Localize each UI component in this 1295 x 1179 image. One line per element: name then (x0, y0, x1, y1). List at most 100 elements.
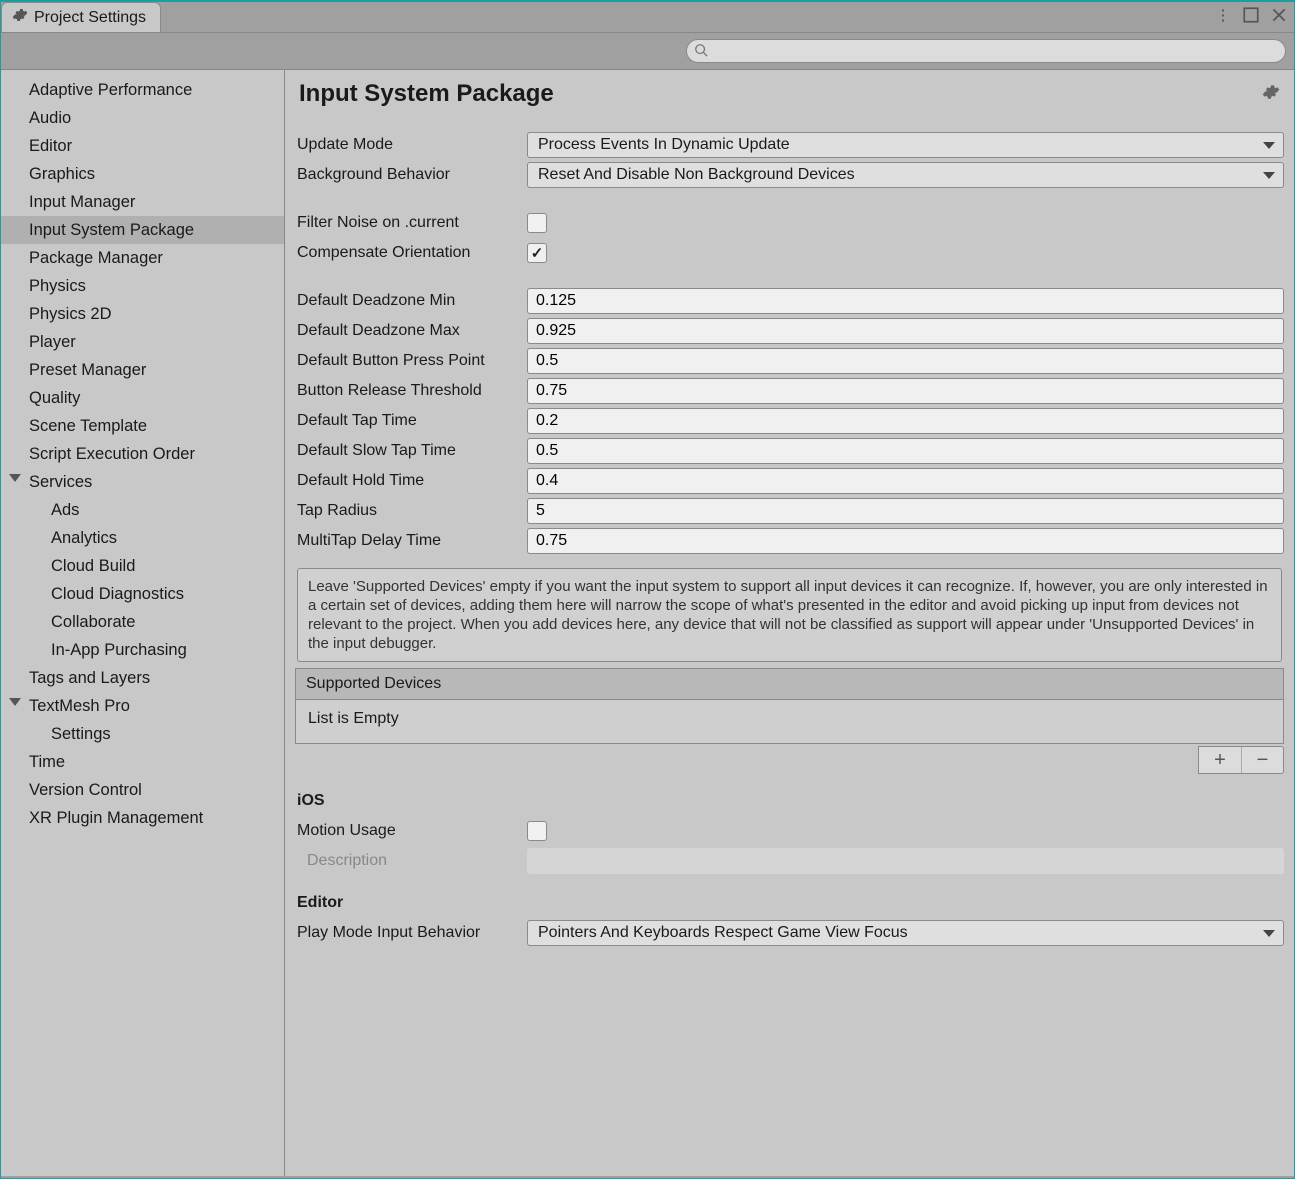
supported-devices-help: Leave 'Supported Devices' empty if you w… (297, 568, 1282, 662)
sidebar-item-label: Settings (51, 725, 111, 743)
sidebar-item-label: TextMesh Pro (29, 697, 130, 715)
motion-description-input[interactable] (527, 848, 1284, 874)
filter-noise-label: Filter Noise on .current (295, 214, 527, 232)
tab-label: Project Settings (34, 9, 146, 27)
button-press-point-input[interactable] (527, 348, 1284, 374)
sidebar-item[interactable]: Audio (1, 104, 284, 132)
update-mode-value: Process Events In Dynamic Update (538, 136, 790, 154)
sidebar-item[interactable]: Time (1, 748, 284, 776)
sidebar-item-label: Package Manager (29, 249, 163, 267)
sidebar-item-label: Tags and Layers (29, 669, 150, 687)
sidebar-item-label: Scene Template (29, 417, 147, 435)
sidebar-item[interactable]: Physics (1, 272, 284, 300)
sidebar-item[interactable]: TextMesh Pro (1, 692, 284, 720)
page-title: Input System Package (299, 80, 554, 108)
sidebar-item[interactable]: Version Control (1, 776, 284, 804)
sidebar-item[interactable]: Graphics (1, 160, 284, 188)
sidebar-item-label: Quality (29, 389, 80, 407)
editor-section-header: Editor (295, 876, 1284, 918)
gear-icon (12, 7, 28, 28)
sidebar-item[interactable]: Settings (1, 720, 284, 748)
compensate-orientation-checkbox[interactable] (527, 243, 547, 263)
sidebar-item[interactable]: Services (1, 468, 284, 496)
sidebar-item[interactable]: Analytics (1, 524, 284, 552)
hold-time-input[interactable] (527, 468, 1284, 494)
sidebar-item-label: Analytics (51, 529, 117, 547)
supported-devices-list: List is Empty (295, 700, 1284, 744)
ios-section-header: iOS (295, 774, 1284, 816)
search-input[interactable] (686, 39, 1286, 63)
sidebar-item[interactable]: Input Manager (1, 188, 284, 216)
slow-tap-time-label: Default Slow Tap Time (295, 442, 527, 460)
sidebar-item-label: Version Control (29, 781, 142, 799)
tap-radius-input[interactable] (527, 498, 1284, 524)
project-settings-window: Project Settings ⋮ Adaptive Performance A… (0, 0, 1295, 1179)
sidebar-item[interactable]: Input System Package (1, 216, 284, 244)
kebab-icon[interactable]: ⋮ (1214, 6, 1232, 24)
filter-noise-checkbox[interactable] (527, 213, 547, 233)
sidebar-item[interactable]: Player (1, 328, 284, 356)
titlebar-controls: ⋮ (1214, 6, 1288, 24)
sidebar-item[interactable]: Tags and Layers (1, 664, 284, 692)
supported-devices-header: Supported Devices (295, 668, 1284, 700)
chevron-down-icon (1263, 172, 1275, 179)
play-mode-behavior-dropdown[interactable]: Pointers And Keyboards Respect Game View… (527, 920, 1284, 946)
deadzone-min-label: Default Deadzone Min (295, 292, 527, 310)
remove-device-button[interactable]: − (1241, 747, 1283, 773)
sidebar-item[interactable]: Ads (1, 496, 284, 524)
sidebar-item-label: Graphics (29, 165, 95, 183)
sidebar-item[interactable]: Collaborate (1, 608, 284, 636)
button-release-threshold-input[interactable] (527, 378, 1284, 404)
expand-triangle-icon (9, 474, 21, 482)
sidebar-item[interactable]: XR Plugin Management (1, 804, 284, 832)
sidebar-item-label: Adaptive Performance (29, 81, 192, 99)
background-behavior-value: Reset And Disable Non Background Devices (538, 166, 855, 184)
update-mode-label: Update Mode (295, 136, 527, 154)
sidebar-item-label: Player (29, 333, 76, 351)
multitap-delay-input[interactable] (527, 528, 1284, 554)
sidebar-item[interactable]: Editor (1, 132, 284, 160)
sidebar-item[interactable]: Adaptive Performance (1, 76, 284, 104)
sidebar-item-label: Physics 2D (29, 305, 112, 323)
sidebar-item-label: Audio (29, 109, 71, 127)
motion-usage-label: Motion Usage (295, 822, 527, 840)
play-mode-behavior-label: Play Mode Input Behavior (295, 924, 527, 942)
sidebar-item[interactable]: Physics 2D (1, 300, 284, 328)
sidebar-item-label: XR Plugin Management (29, 809, 203, 827)
play-mode-behavior-value: Pointers And Keyboards Respect Game View… (538, 924, 908, 942)
deadzone-min-input[interactable] (527, 288, 1284, 314)
sidebar-item[interactable]: Cloud Diagnostics (1, 580, 284, 608)
background-behavior-dropdown[interactable]: Reset And Disable Non Background Devices (527, 162, 1284, 188)
tab-bar: Project Settings ⋮ (1, 2, 1294, 32)
sidebar-item[interactable]: Quality (1, 384, 284, 412)
sidebar-item[interactable]: Cloud Build (1, 552, 284, 580)
settings-main: Input System Package Update Mode Process… (285, 70, 1294, 1176)
compensate-orientation-label: Compensate Orientation (295, 244, 527, 262)
background-behavior-label: Background Behavior (295, 166, 527, 184)
sidebar-item-label: Editor (29, 137, 72, 155)
button-press-point-label: Default Button Press Point (295, 352, 527, 370)
tab-project-settings[interactable]: Project Settings (1, 2, 161, 32)
slow-tap-time-input[interactable] (527, 438, 1284, 464)
maximize-icon[interactable] (1242, 6, 1260, 24)
deadzone-max-input[interactable] (527, 318, 1284, 344)
sidebar-item-label: Ads (51, 501, 79, 519)
sidebar-item-label: Cloud Build (51, 557, 135, 575)
sidebar-item[interactable]: Package Manager (1, 244, 284, 272)
update-mode-dropdown[interactable]: Process Events In Dynamic Update (527, 132, 1284, 158)
tap-time-input[interactable] (527, 408, 1284, 434)
supported-devices-empty-text: List is Empty (308, 710, 399, 727)
chevron-down-icon (1263, 930, 1275, 937)
motion-usage-checkbox[interactable] (527, 821, 547, 841)
search-icon (694, 43, 708, 57)
deadzone-max-label: Default Deadzone Max (295, 322, 527, 340)
expand-triangle-icon (9, 698, 21, 706)
sidebar-item[interactable]: Scene Template (1, 412, 284, 440)
tap-time-label: Default Tap Time (295, 412, 527, 430)
sidebar-item[interactable]: Preset Manager (1, 356, 284, 384)
sidebar-item[interactable]: In-App Purchasing (1, 636, 284, 664)
close-icon[interactable] (1270, 6, 1288, 24)
sidebar-item[interactable]: Script Execution Order (1, 440, 284, 468)
add-device-button[interactable]: + (1199, 747, 1241, 773)
settings-gear-icon[interactable] (1262, 83, 1280, 105)
